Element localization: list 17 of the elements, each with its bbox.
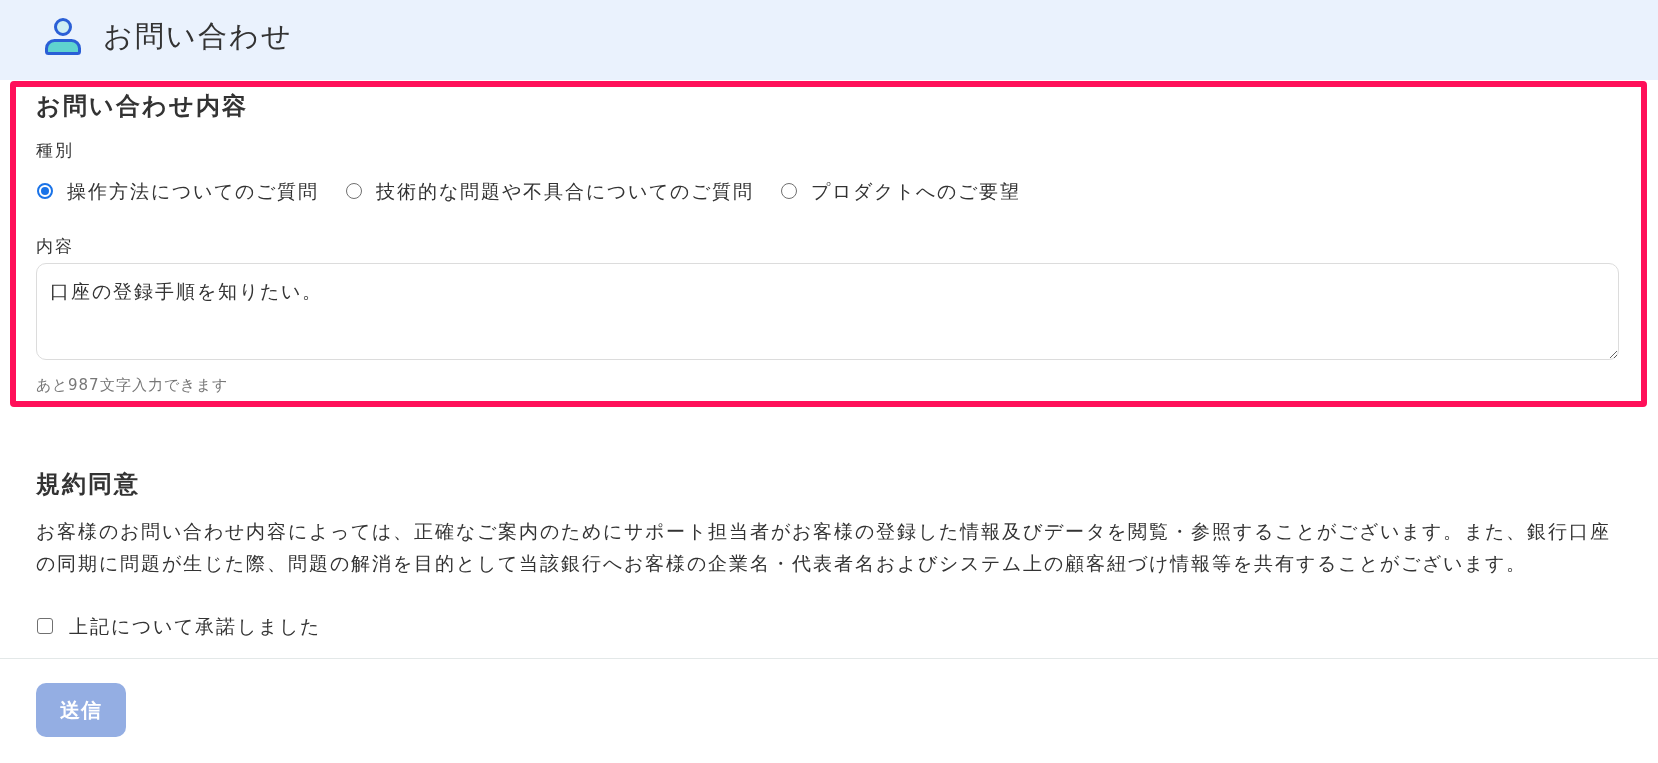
character-count: あと987文字入力できます: [36, 375, 229, 395]
radio-button[interactable]: [781, 183, 797, 199]
agreement-checkbox[interactable]: [37, 618, 53, 634]
terms-text: お客様のお問い合わせ内容によっては、正確なご案内のためにサポート担当者がお客様の登録した情報及びデータを閲覧・参照することがございます。また、銀行口座の同期に問題が生じた際、問題の解消を目的として当該銀行へお客様の企業名・代表者名およびシステム上の顧客紐づけ情報等を共有することがございます。: [36, 519, 1612, 576]
field-label: 内容: [36, 235, 75, 258]
section-heading: 規約同意: [36, 469, 141, 500]
page-title: お問い合わせ: [103, 18, 293, 54]
section-heading: お問い合わせ内容: [36, 91, 249, 122]
option-label: 操作方法についてのご質問: [67, 179, 319, 204]
radio-button[interactable]: [346, 183, 362, 199]
content-field[interactable]: 口座の登録手順を知りたい。: [36, 263, 1619, 360]
option-label: プロダクトへのご要望: [811, 179, 1021, 204]
user-icon: [45, 17, 81, 55]
option-label: 技術的な問題や不具合についてのご質問: [376, 179, 754, 204]
radio-button[interactable]: [37, 183, 53, 199]
checkbox-label: 上記について承諾しました: [69, 614, 321, 639]
field-label: 種別: [36, 139, 75, 162]
